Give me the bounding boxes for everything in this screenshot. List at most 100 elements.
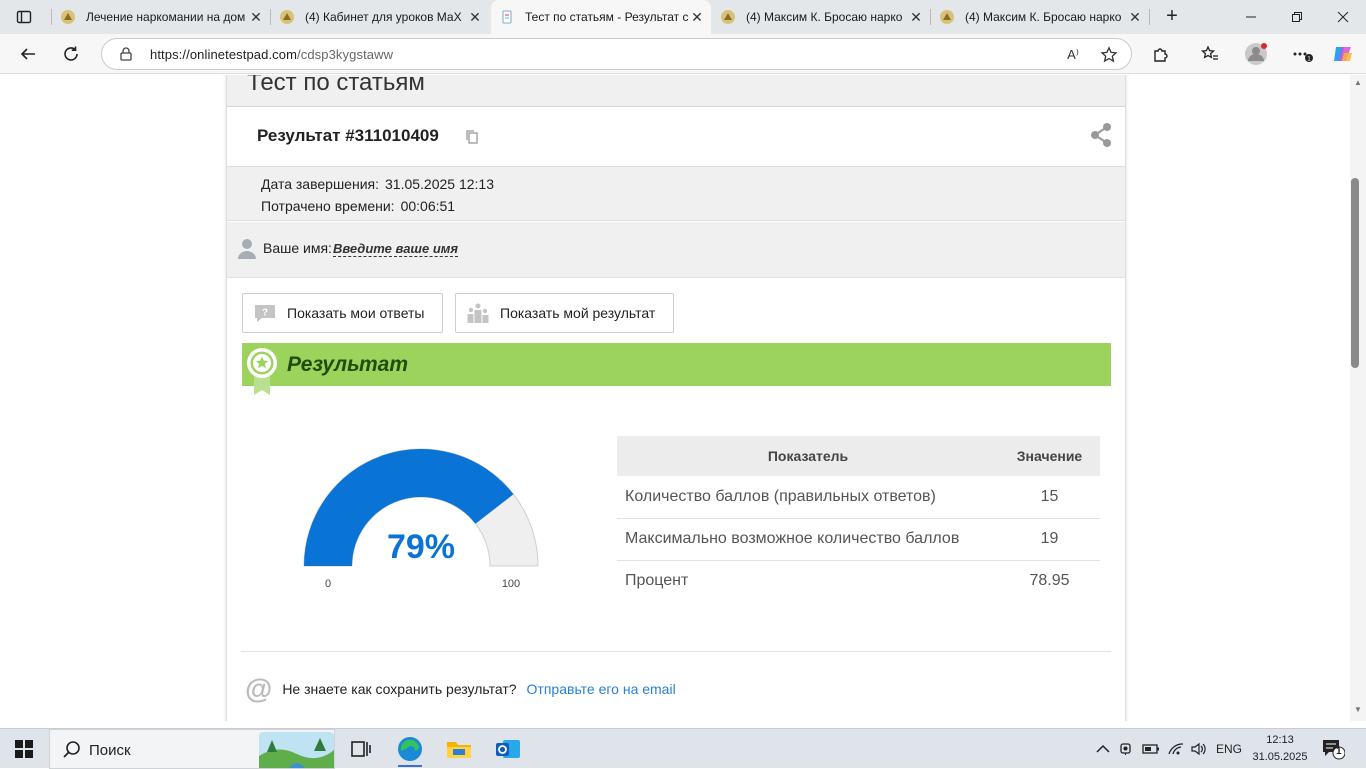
close-icon	[1337, 11, 1349, 23]
network-button[interactable]	[1164, 729, 1188, 769]
show-hidden-icons-button[interactable]	[1092, 729, 1114, 769]
user-name-row: Ваше имя: Введите ваше имя	[227, 222, 1125, 278]
restore-icon	[1292, 12, 1302, 22]
time-spent-label: Потрачено времени:	[261, 198, 395, 214]
show-result-button[interactable]: Показать мой результат	[455, 293, 674, 333]
avatar-icon	[1245, 43, 1267, 65]
read-aloud-button[interactable]: A⁾	[1059, 44, 1087, 66]
notifications-button[interactable]: 1	[1318, 729, 1348, 769]
onlinetestpad-favicon	[502, 10, 512, 24]
battery-icon	[1142, 744, 1159, 754]
plus-icon: +	[1166, 5, 1178, 27]
close-window-button[interactable]	[1320, 0, 1366, 34]
tab-4[interactable]: (4) Максим К. Бросаю нарко ✕	[712, 0, 930, 34]
clock-button[interactable]: 12:13 31.05.2025	[1252, 732, 1308, 766]
result-card: Тест по статьям Результат #311010409 Дат…	[226, 75, 1126, 721]
taskbar: Поиск ENG 12:13 31.05.2025 1	[0, 728, 1366, 769]
copy-icon[interactable]	[465, 129, 479, 145]
triangle-down-icon: ▼	[1354, 705, 1362, 714]
share-icon[interactable]	[1089, 122, 1113, 148]
taskbar-search-box[interactable]: Поиск	[49, 729, 335, 769]
scroll-up-button[interactable]: ▲	[1350, 78, 1366, 92]
reload-icon	[64, 46, 78, 61]
tab-actions-icon	[16, 10, 32, 24]
url-text[interactable]: https://onlinetestpad.com/cdsp3kygstaww	[150, 47, 393, 62]
close-tab-icon[interactable]: ✕	[689, 9, 705, 26]
wifi-icon	[1168, 743, 1184, 755]
site-favicon	[721, 10, 735, 24]
meet-now-icon-button[interactable]	[1116, 729, 1138, 769]
gauge-max-label: 100	[502, 578, 520, 590]
at-sign-icon: @	[245, 673, 273, 704]
address-toolbar: https://onlinetestpad.com/cdsp3kygstaww …	[0, 34, 1366, 74]
tab-separator	[1149, 9, 1150, 25]
show-answers-button[interactable]: ? Показать мои ответы	[242, 293, 443, 333]
completion-date-row: Дата завершения: 31.05.2025 12:13	[261, 176, 494, 192]
result-meta: Дата завершения: 31.05.2025 12:13 Потраче…	[227, 166, 1125, 221]
table-row: Процент 78.95	[617, 560, 1100, 602]
gauge-min-label: 0	[325, 578, 331, 590]
tab-2[interactable]: (4) Кабинет для уроков МаХ ✕	[271, 0, 489, 34]
result-table: Показатель Значение Количество баллов (п…	[617, 436, 1100, 602]
address-bar[interactable]: https://onlinetestpad.com/cdsp3kygstaww …	[101, 38, 1132, 70]
test-title-bar: Тест по статьям	[227, 75, 1125, 107]
page-scrollbar[interactable]	[1350, 75, 1366, 721]
more-dots-icon: 1	[1293, 52, 1313, 63]
start-button[interactable]	[0, 729, 48, 769]
file-explorer-taskbar-app[interactable]	[439, 733, 479, 765]
user-name-input-link[interactable]: Введите ваше имя	[333, 241, 459, 257]
favorite-button[interactable]	[1095, 44, 1123, 66]
tab-actions-button[interactable]	[8, 5, 40, 29]
search-placeholder: Поиск	[89, 742, 131, 759]
webcam-icon	[1120, 743, 1131, 755]
scrollbar-thumb[interactable]	[1351, 178, 1359, 368]
time-spent-value: 00:06:51	[400, 198, 456, 214]
restore-button[interactable]	[1274, 0, 1320, 34]
save-result-row: @ Не знаете как сохранить результат? Отп…	[245, 673, 676, 704]
tab-title: Тест по статьям - Результат с	[525, 10, 689, 24]
profile-button[interactable]	[1241, 40, 1271, 68]
settings-menu-button[interactable]: 1	[1288, 40, 1318, 68]
section-divider	[241, 651, 1111, 652]
lock-icon[interactable]	[118, 46, 134, 62]
search-highlight-landscape-icon[interactable]	[259, 732, 334, 768]
copilot-icon	[1334, 47, 1352, 61]
show-answers-label: Показать мои ответы	[287, 305, 425, 321]
copilot-button[interactable]	[1328, 40, 1358, 68]
table-cell-indicator: Количество баллов (правильных ответов)	[617, 476, 999, 519]
scroll-down-button[interactable]: ▼	[1350, 705, 1366, 719]
folder-icon	[447, 742, 471, 758]
test-title: Тест по статьям	[247, 75, 425, 96]
input-language-button[interactable]: ENG	[1212, 729, 1246, 769]
gauge-value: 79%	[387, 528, 455, 566]
favorites-star-icon	[1201, 45, 1218, 60]
tab-1[interactable]: Лечение наркомании на дом ✕	[52, 0, 270, 34]
outlook-icon	[496, 740, 520, 758]
tab-strip: Лечение наркомании на дом ✕ (4) Кабинет …	[0, 0, 1366, 34]
outlook-taskbar-app[interactable]	[488, 733, 528, 765]
close-tab-icon[interactable]: ✕	[248, 9, 264, 26]
favorites-button[interactable]	[1195, 40, 1225, 68]
windows-logo-icon	[15, 740, 33, 758]
page-viewport: Тест по статьям Результат #311010409 Дат…	[0, 75, 1350, 721]
edge-taskbar-app[interactable]	[390, 733, 430, 767]
tab-5[interactable]: (4) Максим К. Бросаю нарко ✕	[931, 0, 1149, 34]
extensions-button[interactable]	[1146, 40, 1176, 68]
close-tab-icon[interactable]: ✕	[908, 9, 924, 26]
result-banner: Результат	[242, 343, 1111, 395]
puzzle-icon	[1154, 48, 1168, 62]
close-tab-icon[interactable]: ✕	[1127, 9, 1143, 26]
battery-button[interactable]	[1140, 729, 1162, 769]
task-view-button[interactable]	[341, 733, 381, 765]
close-tab-icon[interactable]: ✕	[467, 9, 483, 26]
new-tab-button[interactable]: +	[1160, 5, 1184, 29]
table-cell-indicator: Максимально возможное количество баллов	[617, 518, 999, 561]
table-row: Максимально возможное количество баллов …	[617, 518, 1100, 561]
svg-text:?: ?	[262, 308, 268, 319]
reload-button[interactable]	[56, 40, 86, 68]
volume-button[interactable]	[1188, 729, 1210, 769]
send-email-link[interactable]: Отправьте его на email	[527, 681, 676, 697]
minimize-button[interactable]	[1228, 0, 1274, 34]
tab-3-active[interactable]: Тест по статьям - Результат с ✕	[491, 0, 711, 34]
back-button[interactable]	[13, 40, 43, 68]
